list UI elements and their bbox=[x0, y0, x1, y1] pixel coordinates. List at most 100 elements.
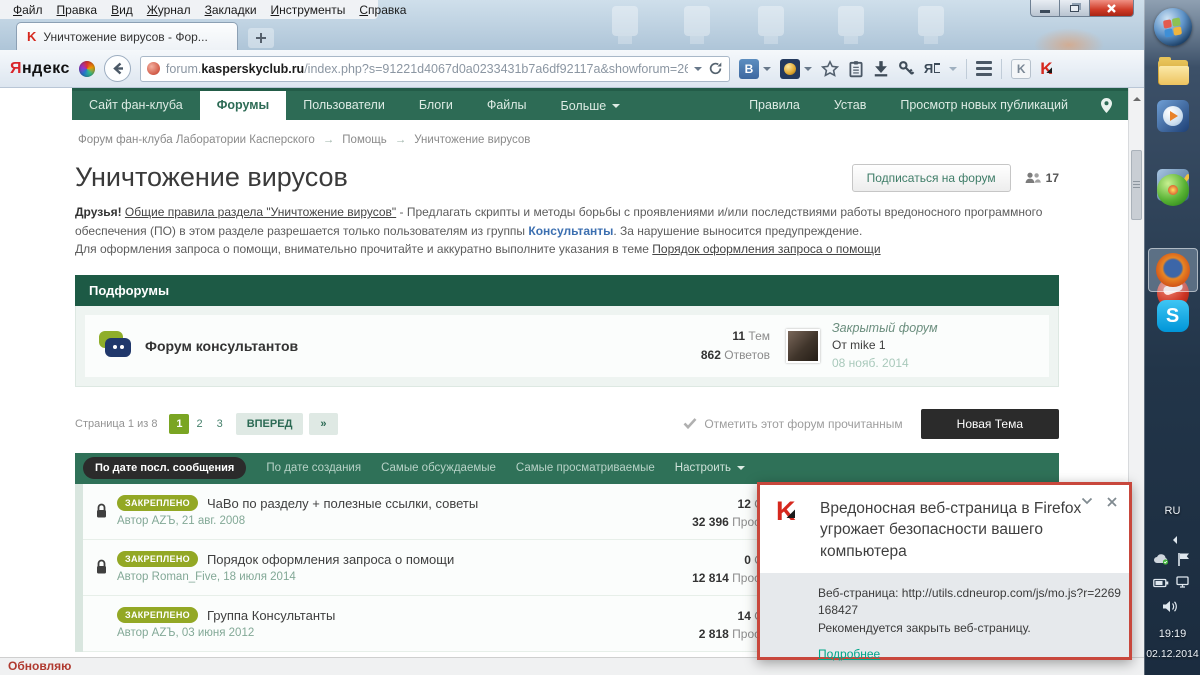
mark-read-control[interactable]: Отметить этот форум прочитанным bbox=[683, 417, 903, 431]
rules-link[interactable]: Общие правила раздела "Уничтожение вирус… bbox=[125, 205, 396, 219]
nav-more[interactable]: Больше bbox=[544, 91, 638, 120]
page-3-link[interactable]: 3 bbox=[210, 418, 230, 430]
yandex-elements-icon[interactable] bbox=[78, 60, 95, 77]
subforums-header: Подфорумы bbox=[75, 274, 1059, 306]
menu-history[interactable]: Журнал bbox=[140, 3, 198, 17]
close-alert-icon[interactable] bbox=[1107, 497, 1117, 507]
clock-time[interactable]: 19:19 bbox=[1145, 628, 1200, 640]
bookmark-star-button[interactable] bbox=[820, 59, 839, 78]
kaspersky-plugin-icon[interactable]: K bbox=[1011, 58, 1032, 79]
media-player-taskbar-icon[interactable] bbox=[1156, 100, 1189, 132]
menu-file[interactable]: Файл bbox=[6, 3, 50, 17]
consultants-link[interactable]: Консультанты bbox=[528, 224, 613, 238]
url-dropdown-icon[interactable] bbox=[693, 66, 702, 75]
yandex-visual-bookmarks-icon[interactable]: Я bbox=[924, 61, 941, 76]
nav-users[interactable]: Пользователи bbox=[286, 91, 402, 120]
power-battery-icon[interactable] bbox=[1153, 578, 1170, 588]
topic-author[interactable]: Автор AZЪ, 03 июня 2012 bbox=[117, 627, 335, 639]
address-bar[interactable]: forum.kasperskyclub.ru/index.php?s=91221… bbox=[139, 55, 730, 82]
back-button[interactable] bbox=[103, 55, 131, 82]
status-text: Обновляю bbox=[8, 659, 72, 673]
gold-dropdown-icon[interactable] bbox=[803, 66, 812, 75]
new-topic-button[interactable]: Новая Тема bbox=[920, 408, 1059, 439]
breadcrumb-item[interactable]: Форум фан-клуба Лаборатории Касперского bbox=[78, 134, 315, 146]
topic-author[interactable]: Автор AZЪ, 21 авг. 2008 bbox=[117, 515, 478, 527]
bookmarks-panel-button[interactable] bbox=[848, 60, 864, 78]
menu-bookmarks[interactable]: Закладки bbox=[198, 3, 264, 17]
vk-button[interactable]: B bbox=[738, 58, 771, 79]
sort-most-viewed[interactable]: Самые просматриваемые bbox=[516, 462, 655, 474]
nav-rules[interactable]: Правила bbox=[732, 91, 817, 120]
breadcrumb-item[interactable]: Помощь bbox=[342, 134, 386, 146]
toolbar-overflow-chevron-icon[interactable] bbox=[949, 66, 958, 75]
scroll-up-arrow[interactable] bbox=[1133, 93, 1141, 101]
vk-dropdown-icon[interactable] bbox=[762, 66, 771, 75]
chevron-down-icon bbox=[612, 103, 621, 112]
nav-blogs[interactable]: Блоги bbox=[402, 91, 470, 120]
help-request-link[interactable]: Порядок оформления запроса о помощи bbox=[652, 242, 880, 256]
collapse-chevron-icon[interactable] bbox=[1081, 497, 1093, 507]
sort-bar: По дате посл. сообщения По дате создания… bbox=[75, 452, 1059, 484]
minimize-button[interactable] bbox=[1030, 0, 1060, 17]
location-pin-icon[interactable] bbox=[1085, 91, 1128, 120]
subscribe-button[interactable]: Подписаться на форум bbox=[851, 163, 1011, 192]
browser-tab[interactable]: K Уничтожение вирусов - Фор... bbox=[16, 22, 238, 50]
nav-site[interactable]: Сайт фан-клуба bbox=[72, 91, 200, 120]
alert-details: Веб-страница: http://utils.cdneurop.com/… bbox=[760, 573, 1129, 661]
topics-count: 11 bbox=[732, 328, 746, 343]
subforum-stats: 11 Тем 862 Ответов bbox=[701, 327, 770, 365]
show-hidden-icons[interactable] bbox=[1169, 536, 1177, 544]
details-link[interactable]: Подробнее bbox=[818, 646, 880, 663]
subforum-title[interactable]: Форум консультантов bbox=[145, 338, 298, 354]
explorer-taskbar-icon[interactable] bbox=[1157, 56, 1189, 88]
language-indicator[interactable]: RU bbox=[1145, 505, 1200, 517]
last-page-button[interactable]: » bbox=[309, 412, 338, 435]
action-center-flag-icon[interactable] bbox=[1177, 552, 1190, 566]
clock-date[interactable]: 02.12.2014 bbox=[1145, 648, 1200, 660]
nav-files[interactable]: Файлы bbox=[470, 91, 544, 120]
downloads-button[interactable] bbox=[873, 60, 889, 77]
reload-button[interactable] bbox=[708, 61, 723, 76]
last-post-author[interactable]: От mike 1 bbox=[832, 337, 1037, 354]
start-button[interactable] bbox=[1153, 8, 1192, 46]
volume-icon[interactable] bbox=[1162, 600, 1178, 613]
firefox-taskbar-icon-active[interactable] bbox=[1147, 248, 1198, 292]
sort-most-discussed[interactable]: Самые обсуждаемые bbox=[381, 462, 496, 474]
sort-by-created[interactable]: По дате создания bbox=[266, 462, 361, 474]
topic-title[interactable]: Порядок оформления запроса о помощи bbox=[207, 552, 454, 567]
sort-settings[interactable]: Настроить bbox=[675, 462, 745, 474]
menu-edit[interactable]: Правка bbox=[50, 3, 105, 17]
skype-taskbar-icon[interactable]: S bbox=[1156, 300, 1189, 332]
menu-tools[interactable]: Инструменты bbox=[264, 3, 353, 17]
nav-forums[interactable]: Форумы bbox=[199, 91, 287, 120]
close-button[interactable] bbox=[1090, 0, 1134, 17]
nav-new-posts[interactable]: Просмотр новых публикаций bbox=[883, 91, 1085, 120]
menu-help[interactable]: Справка bbox=[352, 3, 413, 17]
network-icon[interactable] bbox=[1176, 576, 1190, 588]
breadcrumb-item[interactable]: Уничтожение вирусов bbox=[414, 134, 530, 146]
scrollbar-thumb[interactable] bbox=[1131, 150, 1142, 220]
last-poster-avatar[interactable] bbox=[786, 328, 820, 363]
restore-button[interactable] bbox=[1060, 0, 1090, 17]
navigation-toolbar: Яндекс forum.kasperskyclub.ru/index.php?… bbox=[0, 50, 1144, 88]
password-key-button[interactable] bbox=[898, 60, 915, 77]
sort-by-last-post[interactable]: По дате посл. сообщения bbox=[83, 457, 247, 480]
topic-title[interactable]: ЧаВо по разделу + полезные ссылки, совет… bbox=[207, 496, 478, 511]
pinned-badge: ЗАКРЕПЛЕНО bbox=[117, 551, 198, 568]
breadcrumb-separator: → bbox=[322, 134, 335, 146]
yandex-logo[interactable]: Яндекс bbox=[10, 60, 70, 78]
kaspersky-protection-icon[interactable]: K bbox=[1040, 59, 1052, 79]
nav-charter[interactable]: Устав bbox=[817, 91, 884, 120]
green-app-taskbar-icon[interactable] bbox=[1156, 174, 1189, 206]
new-tab-button[interactable] bbox=[248, 28, 274, 48]
page-2-link[interactable]: 2 bbox=[189, 418, 209, 430]
page-1-active[interactable]: 1 bbox=[169, 413, 190, 434]
subforum-row[interactable]: Форум консультантов 11 Тем 862 Ответов З… bbox=[85, 314, 1049, 377]
topic-author[interactable]: Автор Roman_Five, 18 июля 2014 bbox=[117, 571, 454, 583]
menu-view[interactable]: Вид bbox=[104, 3, 140, 17]
topic-title[interactable]: Группа Консультанты bbox=[207, 608, 335, 623]
next-page-button[interactable]: ВПЕРЕД bbox=[235, 412, 304, 435]
antivirus-tray-icon[interactable] bbox=[1153, 553, 1169, 565]
gold-badge-button[interactable] bbox=[779, 58, 812, 79]
firefox-menu-button[interactable] bbox=[976, 61, 993, 76]
